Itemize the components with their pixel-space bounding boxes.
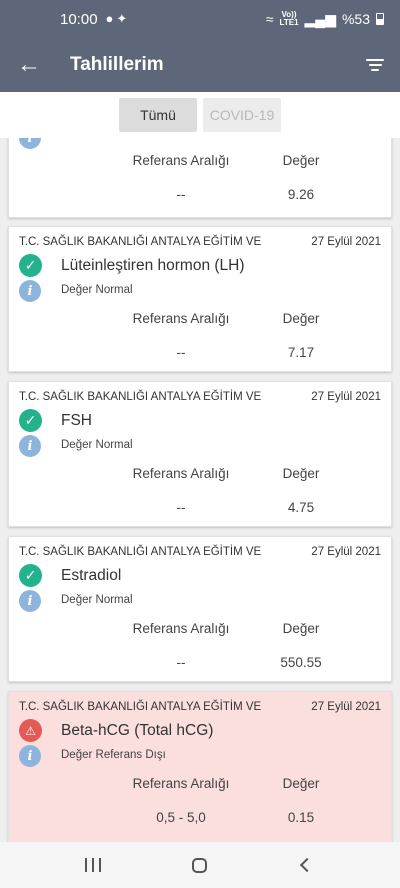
value-label: Değer — [282, 153, 320, 168]
wifi-icon: ≈ — [265, 11, 274, 27]
arrow-left-icon: ← — [17, 51, 41, 78]
battery-icon — [376, 13, 384, 25]
battery-percent: %53 — [341, 11, 370, 27]
result-value: 7.17 — [287, 345, 315, 360]
tab-covid-19[interactable]: COVID-19 — [203, 98, 281, 132]
result-value: 0.15 — [287, 810, 315, 825]
reference-range-label: Referans Aralığı — [132, 776, 230, 791]
reference-range-value: -- — [176, 187, 186, 202]
reference-range-value: 0,5 - 5,0 — [156, 810, 206, 825]
home-button[interactable] — [176, 849, 224, 881]
check-icon: ✓ — [19, 254, 42, 277]
recents-icon — [85, 858, 102, 872]
result-note: Değer Referans Dışı — [61, 749, 166, 761]
test-name: FSH — [61, 412, 92, 429]
info-icon[interactable]: i — [19, 745, 41, 767]
result-note: Değer Normal — [61, 439, 133, 451]
filter-icon — [366, 59, 384, 71]
result-card[interactable]: T.C. SAĞLIK BAKANLIĞI ANTALYA EĞİTİM VE … — [8, 536, 392, 682]
reference-range-value: -- — [176, 500, 186, 515]
institution-name: T.C. SAĞLIK BAKANLIĞI ANTALYA EĞİTİM VE — [19, 236, 262, 248]
result-date: 27 Eylül 2021 — [311, 701, 381, 713]
result-card[interactable]: T.C. SAĞLIK BAKANLIĞI ANTALYA EĞİTİM VE … — [8, 226, 392, 372]
back-nav-button[interactable] — [283, 849, 331, 881]
result-note: Değer Normal — [61, 594, 133, 606]
system-nav-bar — [0, 842, 400, 888]
value-label: Değer — [282, 621, 320, 636]
result-value: 550.55 — [280, 655, 322, 670]
result-date: 27 Eylül 2021 — [311, 546, 381, 558]
back-button[interactable]: ← — [0, 51, 54, 79]
test-name: Estradiol — [61, 567, 122, 584]
card-header: T.C. SAĞLIK BAKANLIĞI ANTALYA EĞİTİM VE … — [19, 391, 381, 403]
notification-icons: ●✦ — [105, 11, 131, 26]
tab-all[interactable]: Tümü — [119, 98, 197, 132]
info-icon[interactable]: i — [19, 138, 41, 149]
check-icon: ✓ — [19, 564, 42, 587]
card-header: T.C. SAĞLIK BAKANLIĞI ANTALYA EĞİTİM VE … — [19, 546, 381, 558]
signal-icon: ▂▄▆ — [304, 10, 336, 27]
reference-range-label: Referans Aralığı — [132, 621, 230, 636]
result-date: 27 Eylül 2021 — [311, 236, 381, 248]
value-label: Değer — [282, 466, 320, 481]
page-title: Tahlillerim — [70, 54, 164, 75]
reference-range-value: -- — [176, 655, 186, 670]
filter-button[interactable] — [350, 59, 400, 71]
reference-range-label: Referans Aralığı — [132, 311, 230, 326]
card-header: T.C. SAĞLIK BAKANLIĞI ANTALYA EĞİTİM VE … — [19, 236, 381, 248]
value-label: Değer — [282, 311, 320, 326]
result-value: 9.26 — [287, 187, 315, 202]
network-indicator: Vo)) LTE1 — [279, 10, 299, 27]
result-value: 4.75 — [287, 500, 315, 515]
reference-range-label: Referans Aralığı — [132, 153, 230, 168]
status-bar: 10:00 ●✦ ≈ Vo)) LTE1 ▂▄▆ %53 — [0, 0, 400, 38]
result-card[interactable]: i Referans Aralığı Değer -- 9.26 — [8, 138, 392, 218]
tabs-row: Tümü COVID-19 — [0, 92, 400, 138]
recents-button[interactable] — [69, 849, 117, 881]
status-right: ≈ Vo)) LTE1 ▂▄▆ %53 — [266, 11, 384, 28]
result-date: 27 Eylül 2021 — [311, 391, 381, 403]
test-name: Lüteinleştiren hormon (LH) — [61, 257, 245, 274]
institution-name: T.C. SAĞLIK BAKANLIĞI ANTALYA EĞİTİM VE — [19, 701, 262, 713]
info-icon[interactable]: i — [19, 590, 41, 612]
result-card[interactable]: T.C. SAĞLIK BAKANLIĞI ANTALYA EĞİTİM VE … — [8, 381, 392, 527]
check-icon: ✓ — [19, 409, 42, 432]
back-nav-icon — [299, 857, 314, 873]
info-icon[interactable]: i — [19, 280, 41, 302]
reference-range-label: Referans Aralığı — [132, 466, 230, 481]
app-bar: ← Tahlillerim — [0, 38, 400, 92]
institution-name: T.C. SAĞLIK BAKANLIĞI ANTALYA EĞİTİM VE — [19, 391, 262, 403]
test-name: Beta-hCG (Total hCG) — [61, 722, 214, 739]
home-icon — [192, 857, 208, 873]
results-list[interactable]: i Referans Aralığı Değer -- 9.26 T.C. SA… — [0, 138, 400, 842]
institution-name: T.C. SAĞLIK BAKANLIĞI ANTALYA EĞİTİM VE — [19, 546, 262, 558]
info-icon[interactable]: i — [19, 435, 41, 457]
warning-icon: ⚠ — [19, 719, 42, 742]
result-note: Değer Normal — [61, 284, 133, 296]
reference-range-value: -- — [176, 345, 186, 360]
card-header: T.C. SAĞLIK BAKANLIĞI ANTALYA EĞİTİM VE … — [19, 701, 381, 713]
value-label: Değer — [282, 776, 320, 791]
result-card-abnormal[interactable]: T.C. SAĞLIK BAKANLIĞI ANTALYA EĞİTİM VE … — [8, 691, 392, 842]
status-time: 10:00 — [60, 10, 98, 28]
